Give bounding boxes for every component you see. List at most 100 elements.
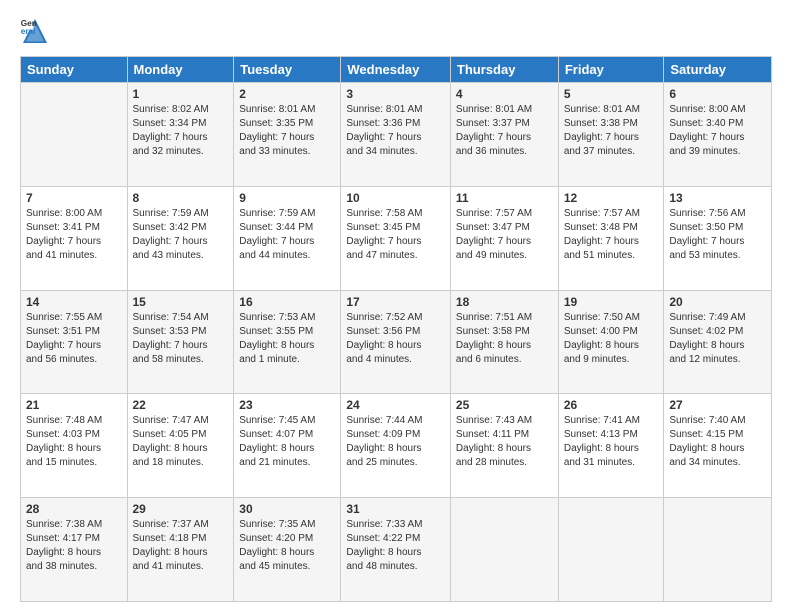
day-number: 22: [133, 398, 229, 412]
calendar-cell: 17 Sunrise: 7:52 AM Sunset: 3:56 PM Dayli…: [341, 290, 451, 394]
day-info: Sunrise: 7:40 AM Sunset: 4:15 PM Dayligh…: [669, 414, 766, 470]
calendar-cell: [558, 498, 664, 602]
day-info: Sunrise: 8:01 AM Sunset: 3:38 PM Dayligh…: [564, 103, 659, 159]
day-info: Sunrise: 7:58 AM Sunset: 3:45 PM Dayligh…: [346, 207, 445, 263]
day-number: 3: [346, 87, 445, 101]
calendar-cell: [664, 498, 772, 602]
calendar-cell: 28 Sunrise: 7:38 AM Sunset: 4:17 PM Dayli…: [21, 498, 128, 602]
calendar-cell: 10 Sunrise: 7:58 AM Sunset: 3:45 PM Dayli…: [341, 186, 451, 290]
calendar-cell: 4Sunrise: 8:01 AM Sunset: 3:37 PM Daylig…: [450, 83, 558, 187]
day-number: 30: [239, 502, 335, 516]
day-number: 28: [26, 502, 122, 516]
calendar-cell: 18 Sunrise: 7:51 AM Sunset: 3:58 PM Dayli…: [450, 290, 558, 394]
day-number: 18: [456, 295, 553, 309]
day-number: 27: [669, 398, 766, 412]
day-number: 19: [564, 295, 659, 309]
calendar-cell: 27 Sunrise: 7:40 AM Sunset: 4:15 PM Dayli…: [664, 394, 772, 498]
calendar-cell: [21, 83, 128, 187]
svg-text:eral: eral: [21, 27, 36, 36]
calendar-cell: 14Sunrise: 7:55 AM Sunset: 3:51 PM Dayli…: [21, 290, 128, 394]
calendar-cell: 3 Sunrise: 8:01 AM Sunset: 3:36 PM Daylig…: [341, 83, 451, 187]
calendar: SundayMondayTuesdayWednesdayThursdayFrid…: [20, 56, 772, 602]
header-cell-wednesday: Wednesday: [341, 57, 451, 83]
day-info: Sunrise: 7:38 AM Sunset: 4:17 PM Dayligh…: [26, 518, 122, 574]
calendar-cell: 25 Sunrise: 7:43 AM Sunset: 4:11 PM Dayli…: [450, 394, 558, 498]
page: Gen eral SundayMondayTuesdayWednesdayThu…: [0, 0, 792, 612]
calendar-cell: 15 Sunrise: 7:54 AM Sunset: 3:53 PM Dayli…: [127, 290, 234, 394]
day-number: 8: [133, 191, 229, 205]
header-row: SundayMondayTuesdayWednesdayThursdayFrid…: [21, 57, 772, 83]
header-cell-tuesday: Tuesday: [234, 57, 341, 83]
day-info: Sunrise: 7:45 AM Sunset: 4:07 PM Dayligh…: [239, 414, 335, 470]
calendar-cell: 29Sunrise: 7:37 AM Sunset: 4:18 PM Dayli…: [127, 498, 234, 602]
day-number: 23: [239, 398, 335, 412]
day-number: 6: [669, 87, 766, 101]
calendar-cell: 2 Sunrise: 8:01 AM Sunset: 3:35 PM Daylig…: [234, 83, 341, 187]
calendar-cell: 8 Sunrise: 7:59 AM Sunset: 3:42 PM Daylig…: [127, 186, 234, 290]
week-row-4: 28 Sunrise: 7:38 AM Sunset: 4:17 PM Dayli…: [21, 498, 772, 602]
day-number: 4: [456, 87, 553, 101]
day-info: Sunrise: 7:56 AM Sunset: 3:50 PM Dayligh…: [669, 207, 766, 263]
calendar-cell: 9Sunrise: 7:59 AM Sunset: 3:44 PM Daylig…: [234, 186, 341, 290]
day-info: Sunrise: 8:01 AM Sunset: 3:35 PM Dayligh…: [239, 103, 335, 159]
day-number: 11: [456, 191, 553, 205]
calendar-cell: 23 Sunrise: 7:45 AM Sunset: 4:07 PM Dayli…: [234, 394, 341, 498]
day-number: 10: [346, 191, 445, 205]
day-number: 24: [346, 398, 445, 412]
calendar-cell: 12 Sunrise: 7:57 AM Sunset: 3:48 PM Dayli…: [558, 186, 664, 290]
week-row-1: 7 Sunrise: 8:00 AM Sunset: 3:41 PM Daylig…: [21, 186, 772, 290]
calendar-cell: 30Sunrise: 7:35 AM Sunset: 4:20 PM Dayli…: [234, 498, 341, 602]
day-info: Sunrise: 7:49 AM Sunset: 4:02 PM Dayligh…: [669, 311, 766, 367]
day-number: 16: [239, 295, 335, 309]
day-info: Sunrise: 7:57 AM Sunset: 3:48 PM Dayligh…: [564, 207, 659, 263]
day-number: 15: [133, 295, 229, 309]
calendar-table: SundayMondayTuesdayWednesdayThursdayFrid…: [20, 56, 772, 602]
day-info: Sunrise: 8:01 AM Sunset: 3:36 PM Dayligh…: [346, 103, 445, 159]
day-info: Sunrise: 8:00 AM Sunset: 3:41 PM Dayligh…: [26, 207, 122, 263]
day-number: 17: [346, 295, 445, 309]
header-cell-friday: Friday: [558, 57, 664, 83]
day-info: Sunrise: 7:47 AM Sunset: 4:05 PM Dayligh…: [133, 414, 229, 470]
day-number: 12: [564, 191, 659, 205]
day-number: 13: [669, 191, 766, 205]
day-info: Sunrise: 7:43 AM Sunset: 4:11 PM Dayligh…: [456, 414, 553, 470]
day-number: 14: [26, 295, 122, 309]
header: Gen eral: [20, 16, 772, 46]
day-info: Sunrise: 7:59 AM Sunset: 3:44 PM Dayligh…: [239, 207, 335, 263]
day-number: 5: [564, 87, 659, 101]
calendar-cell: 1 Sunrise: 8:02 AM Sunset: 3:34 PM Daylig…: [127, 83, 234, 187]
day-info: Sunrise: 7:48 AM Sunset: 4:03 PM Dayligh…: [26, 414, 122, 470]
day-info: Sunrise: 7:59 AM Sunset: 3:42 PM Dayligh…: [133, 207, 229, 263]
calendar-cell: [450, 498, 558, 602]
calendar-cell: 7 Sunrise: 8:00 AM Sunset: 3:41 PM Daylig…: [21, 186, 128, 290]
day-number: 2: [239, 87, 335, 101]
calendar-cell: 24Sunrise: 7:44 AM Sunset: 4:09 PM Dayli…: [341, 394, 451, 498]
calendar-cell: 19 Sunrise: 7:50 AM Sunset: 4:00 PM Dayli…: [558, 290, 664, 394]
day-info: Sunrise: 8:00 AM Sunset: 3:40 PM Dayligh…: [669, 103, 766, 159]
day-info: Sunrise: 7:37 AM Sunset: 4:18 PM Dayligh…: [133, 518, 229, 574]
header-cell-saturday: Saturday: [664, 57, 772, 83]
day-info: Sunrise: 7:57 AM Sunset: 3:47 PM Dayligh…: [456, 207, 553, 263]
header-cell-monday: Monday: [127, 57, 234, 83]
day-number: 7: [26, 191, 122, 205]
day-number: 26: [564, 398, 659, 412]
week-row-0: 1 Sunrise: 8:02 AM Sunset: 3:34 PM Daylig…: [21, 83, 772, 187]
day-info: Sunrise: 7:54 AM Sunset: 3:53 PM Dayligh…: [133, 311, 229, 367]
day-number: 1: [133, 87, 229, 101]
day-info: Sunrise: 7:53 AM Sunset: 3:55 PM Dayligh…: [239, 311, 335, 367]
day-info: Sunrise: 7:33 AM Sunset: 4:22 PM Dayligh…: [346, 518, 445, 574]
day-info: Sunrise: 8:02 AM Sunset: 3:34 PM Dayligh…: [133, 103, 229, 159]
day-info: Sunrise: 7:51 AM Sunset: 3:58 PM Dayligh…: [456, 311, 553, 367]
calendar-cell: 5 Sunrise: 8:01 AM Sunset: 3:38 PM Daylig…: [558, 83, 664, 187]
calendar-cell: 6 Sunrise: 8:00 AM Sunset: 3:40 PM Daylig…: [664, 83, 772, 187]
calendar-cell: 16 Sunrise: 7:53 AM Sunset: 3:55 PM Dayli…: [234, 290, 341, 394]
week-row-2: 14Sunrise: 7:55 AM Sunset: 3:51 PM Dayli…: [21, 290, 772, 394]
day-info: Sunrise: 7:50 AM Sunset: 4:00 PM Dayligh…: [564, 311, 659, 367]
day-info: Sunrise: 7:52 AM Sunset: 3:56 PM Dayligh…: [346, 311, 445, 367]
header-cell-sunday: Sunday: [21, 57, 128, 83]
calendar-cell: 21Sunrise: 7:48 AM Sunset: 4:03 PM Dayli…: [21, 394, 128, 498]
day-number: 20: [669, 295, 766, 309]
day-number: 25: [456, 398, 553, 412]
day-info: Sunrise: 7:41 AM Sunset: 4:13 PM Dayligh…: [564, 414, 659, 470]
calendar-cell: 13 Sunrise: 7:56 AM Sunset: 3:50 PM Dayli…: [664, 186, 772, 290]
